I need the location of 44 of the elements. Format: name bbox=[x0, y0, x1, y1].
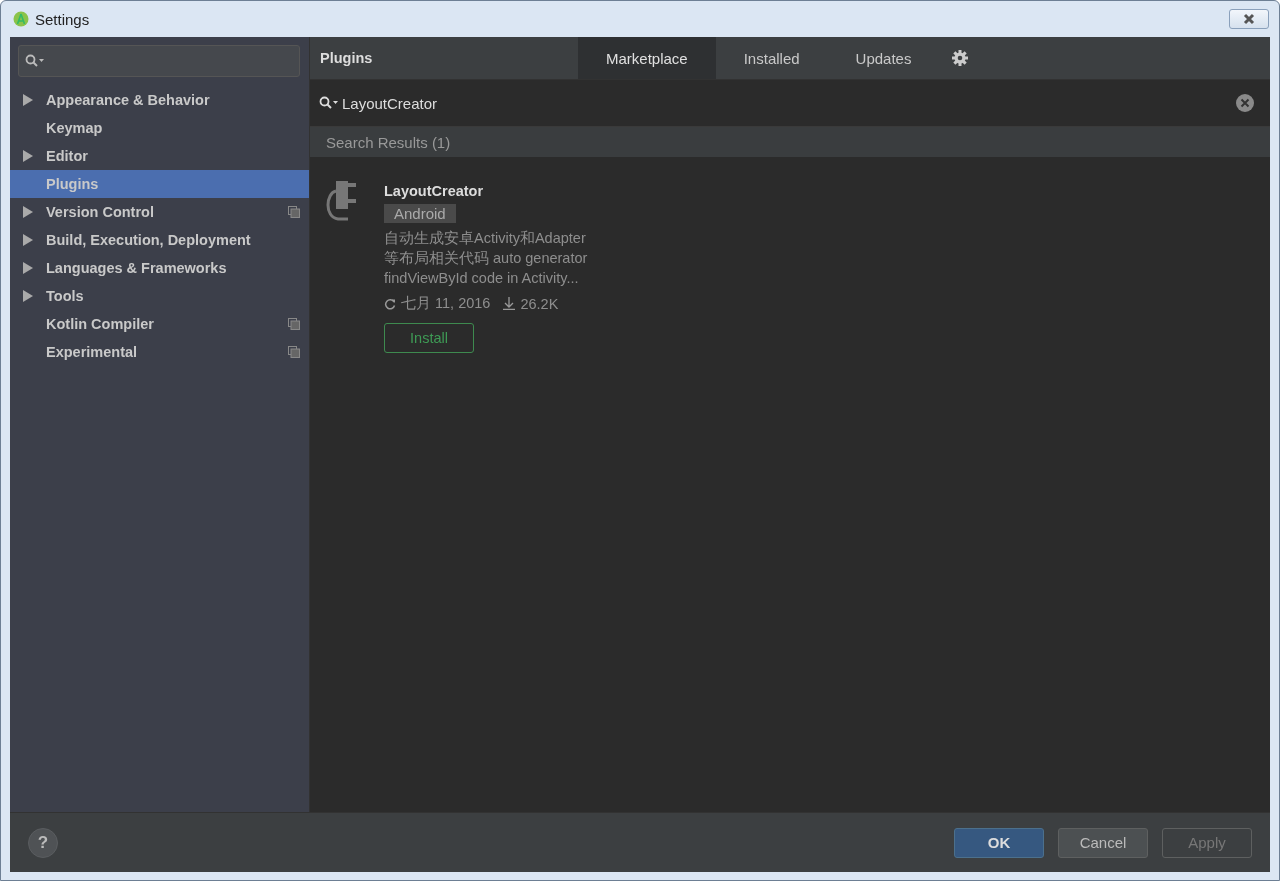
expand-arrow-icon bbox=[23, 150, 33, 162]
search-field[interactable] bbox=[18, 45, 300, 77]
sidebar-item[interactable]: Build, Execution, Deployment bbox=[10, 226, 309, 254]
sidebar-item[interactable]: Version Control bbox=[10, 198, 309, 226]
update-date: 七月 11, 2016 bbox=[401, 294, 491, 313]
tab[interactable]: Marketplace bbox=[578, 37, 716, 79]
sidebar-item[interactable]: Languages & Frameworks bbox=[10, 254, 309, 282]
plugin-name[interactable]: LayoutCreator bbox=[384, 183, 484, 199]
plugin-search-field[interactable]: LayoutCreator bbox=[340, 93, 1236, 113]
sidebar-item[interactable]: Kotlin Compiler bbox=[10, 310, 309, 338]
clear-icon[interactable] bbox=[1236, 94, 1254, 112]
install-button[interactable]: Install bbox=[384, 323, 474, 353]
help-button[interactable]: ? bbox=[28, 827, 58, 858]
sidebar-item[interactable]: Editor bbox=[10, 142, 309, 170]
plugin-description: 自动生成安卓Activity和Adapter 等布局相关代码 auto generator findViewById code in Activity... bbox=[384, 229, 588, 288]
window-title: Settings bbox=[35, 10, 90, 28]
refresh-icon bbox=[384, 297, 396, 310]
sidebar-item[interactable]: Tools bbox=[10, 282, 309, 310]
category-tag: Android bbox=[384, 204, 456, 223]
tab[interactable]: Installed bbox=[715, 37, 828, 79]
copy-icon bbox=[288, 318, 300, 330]
settings-icon bbox=[951, 49, 970, 67]
results-heading: Search Results (1) bbox=[326, 133, 451, 151]
close-button[interactable] bbox=[1229, 9, 1269, 29]
search-icon bbox=[25, 54, 45, 68]
sidebar-item[interactable]: Experimental bbox=[10, 338, 309, 366]
android-logo-icon bbox=[13, 11, 29, 27]
copy-icon bbox=[288, 346, 300, 358]
expand-arrow-icon bbox=[23, 94, 33, 106]
dialog-button[interactable]: OK bbox=[954, 827, 1044, 858]
expand-arrow-icon bbox=[23, 206, 33, 218]
page-title: Plugins bbox=[319, 50, 374, 66]
expand-arrow-icon bbox=[23, 262, 33, 274]
download-icon bbox=[503, 297, 516, 310]
copy-icon bbox=[288, 206, 300, 218]
dialog-button[interactable]: Cancel bbox=[1058, 827, 1148, 858]
expand-arrow-icon bbox=[23, 234, 33, 246]
sidebar-item[interactable]: Appearance & Behavior bbox=[10, 86, 309, 114]
tab[interactable]: Updates bbox=[827, 37, 940, 79]
close-icon bbox=[1242, 13, 1256, 25]
download-count: 26.2K bbox=[520, 295, 559, 312]
sidebar-item[interactable]: Keymap bbox=[10, 114, 309, 142]
search-icon bbox=[318, 96, 340, 110]
expand-arrow-icon bbox=[23, 290, 33, 302]
